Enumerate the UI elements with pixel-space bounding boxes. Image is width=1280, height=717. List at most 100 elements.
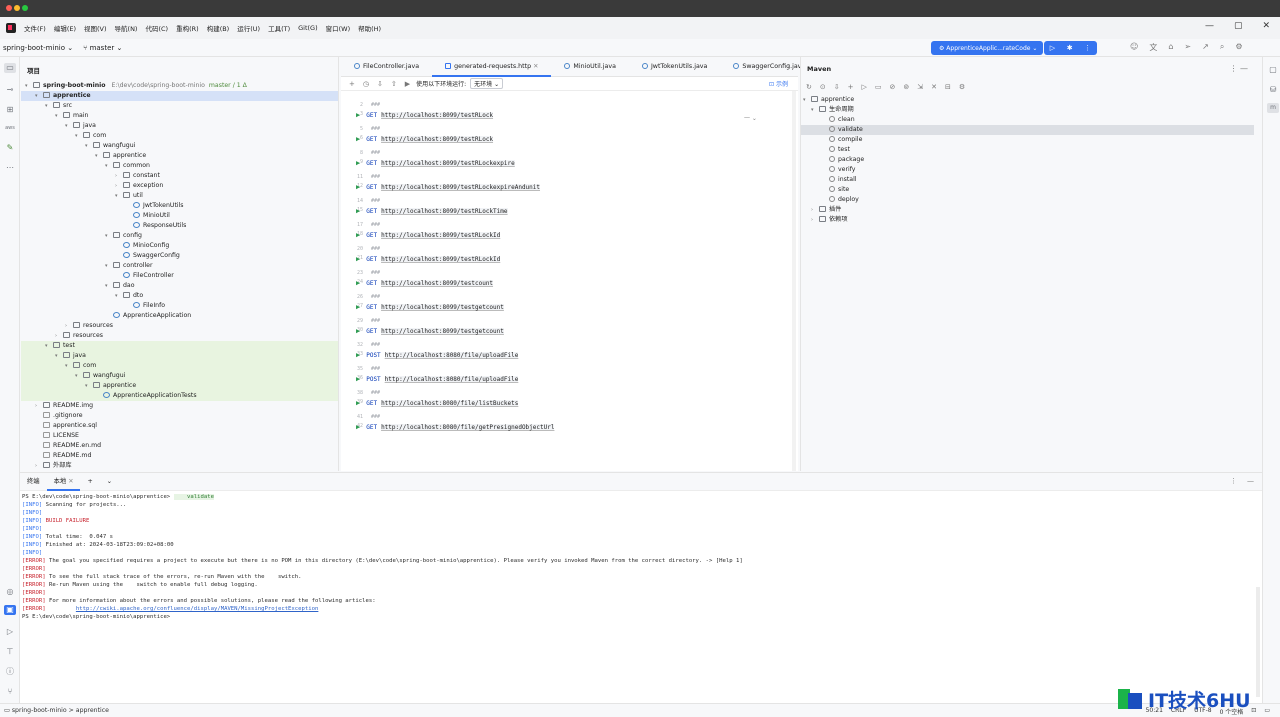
menu-git[interactable]: Git(G) bbox=[298, 24, 318, 32]
menu-refactor[interactable]: 重构(R) bbox=[176, 23, 199, 33]
run-request-icon[interactable]: ▶ bbox=[356, 351, 360, 359]
request-url[interactable]: http://localhost:8099/testgetcount bbox=[381, 328, 504, 335]
services-tool-icon[interactable]: ◎ bbox=[4, 587, 16, 597]
history-icon[interactable]: ◷ bbox=[363, 80, 369, 88]
expand-arrow-icon[interactable]: ▾ bbox=[95, 151, 103, 161]
git-tool-icon[interactable]: ⑂ bbox=[4, 687, 16, 697]
terminal-options-icon[interactable]: ⋮ bbox=[1230, 477, 1237, 485]
run-all-icon[interactable]: ▶ bbox=[405, 80, 410, 88]
run-request-icon[interactable]: ▶ bbox=[356, 303, 360, 311]
maximize-icon[interactable]: ▢ bbox=[1234, 21, 1243, 31]
request-line[interactable]: ▶ POST http://localhost:8080/file/uploadFi… bbox=[356, 351, 519, 359]
expand-arrow-icon[interactable]: ▾ bbox=[25, 81, 33, 91]
tree-item[interactable]: ApprenticeApplication bbox=[21, 311, 338, 321]
terminal-tool-icon[interactable]: ▣ bbox=[4, 605, 16, 615]
tree-item[interactable]: README.md bbox=[21, 451, 338, 461]
close-tab-icon[interactable]: ✕ bbox=[68, 478, 73, 485]
request-url[interactable]: http://localhost:8080/file/getPresignedO… bbox=[381, 424, 555, 431]
settings-maven-icon[interactable]: ✕ bbox=[931, 83, 937, 91]
maven-tree-item[interactable]: verify bbox=[801, 165, 1260, 175]
lifecycle-icon[interactable]: ⊟ bbox=[945, 83, 951, 91]
expand-arrow-icon[interactable]: ▾ bbox=[115, 291, 123, 301]
expand-arrow-icon[interactable]: ▾ bbox=[75, 131, 83, 141]
commit-tool-icon[interactable]: ⊸ bbox=[4, 85, 16, 95]
examples-link[interactable]: ⊡ 示例 bbox=[769, 79, 788, 88]
expand-arrow-icon[interactable]: ▾ bbox=[55, 111, 63, 121]
tree-item[interactable]: ▾ com bbox=[21, 361, 338, 371]
tree-item[interactable]: › resources bbox=[21, 321, 338, 331]
run-request-icon[interactable]: ▶ bbox=[356, 111, 360, 119]
expand-arrow-icon[interactable]: ▾ bbox=[105, 231, 113, 241]
tab-jwttokenutils[interactable]: JwtTokenUtils.java bbox=[629, 57, 720, 77]
tree-item[interactable]: ▾ dao bbox=[21, 281, 338, 291]
build-tool-icon[interactable]: ⊤ bbox=[4, 647, 16, 657]
structure-tool-icon[interactable]: ⊞ bbox=[4, 105, 16, 115]
request-line[interactable]: ▶ GET http://localhost:8099/testRLock bbox=[356, 135, 494, 143]
request-line[interactable]: ▶ GET http://localhost:8099/testgetcount bbox=[356, 327, 504, 335]
user-icon[interactable]: ☺ bbox=[1130, 42, 1138, 53]
minimize-icon[interactable]: — bbox=[1205, 21, 1214, 31]
expand-arrow-icon[interactable]: ▾ bbox=[55, 351, 63, 361]
settings-icon[interactable]: ⚙ bbox=[1235, 42, 1242, 53]
tree-item[interactable]: ▾ util bbox=[21, 191, 338, 201]
menu-run[interactable]: 运行(U) bbox=[237, 23, 260, 33]
run-request-icon[interactable]: ▶ bbox=[356, 327, 360, 335]
menu-window[interactable]: 窗口(W) bbox=[326, 23, 351, 33]
expand-arrow-icon[interactable]: ▾ bbox=[105, 281, 113, 291]
code-editor[interactable]: 2 3 5 6 8 9 11 12 14 15 17 18 20 21 23 24 26 27 29 30 32 33 35… bbox=[341, 91, 798, 471]
run-request-icon[interactable]: ▶ bbox=[356, 423, 360, 431]
aws-tool-icon[interactable]: aws bbox=[4, 123, 16, 133]
wrench-icon[interactable]: ⚙ bbox=[959, 83, 965, 91]
expand-arrow-icon[interactable]: ▾ bbox=[115, 191, 123, 201]
expand-arrow-icon[interactable]: ▾ bbox=[45, 101, 53, 111]
expand-arrow-icon[interactable]: ▾ bbox=[35, 91, 43, 101]
run-request-icon[interactable]: ▶ bbox=[356, 183, 360, 191]
hide-terminal-icon[interactable]: — bbox=[1247, 477, 1254, 485]
expand-arrow-icon[interactable]: › bbox=[115, 171, 123, 181]
request-line[interactable]: ▶ GET http://localhost:8099/testcount bbox=[356, 279, 494, 287]
run-request-icon[interactable]: ▶ bbox=[356, 255, 360, 263]
request-url[interactable]: http://localhost:8099/testRLock bbox=[381, 136, 494, 143]
expand-arrow-icon[interactable]: › bbox=[35, 401, 43, 411]
plugin-tool-icon[interactable]: ✎ bbox=[4, 143, 16, 153]
request-url[interactable]: http://localhost:8099/testRLockexpire bbox=[381, 160, 515, 167]
collapse-icon[interactable]: ⇲ bbox=[917, 83, 923, 91]
tree-item[interactable]: ▾ apprentice bbox=[21, 91, 338, 101]
request-line[interactable]: ▶ GET http://localhost:8080/file/getPresig… bbox=[356, 423, 555, 431]
request-line[interactable]: ▶ POST http://localhost:8080/file/uploadFi… bbox=[356, 375, 519, 383]
tab-minioutil[interactable]: MinioUtil.java bbox=[551, 57, 629, 77]
translate-icon[interactable]: 文 bbox=[1149, 42, 1157, 53]
more-tools-icon[interactable]: ⋯ bbox=[4, 163, 16, 173]
tree-item[interactable]: .gitignore bbox=[21, 411, 338, 421]
tree-item[interactable]: ▾ config bbox=[21, 231, 338, 241]
tree-item[interactable]: ▾ main bbox=[21, 111, 338, 121]
tree-item[interactable]: › constant bbox=[21, 171, 338, 181]
expand-arrow-icon[interactable]: ▾ bbox=[811, 105, 819, 115]
tab-local[interactable]: 本地 ✕ bbox=[46, 473, 81, 491]
run-config-selector[interactable]: ⚙ ApprenticeApplic...rateCode ⌄ bbox=[931, 41, 1043, 55]
tree-item[interactable]: ▾ java bbox=[21, 351, 338, 361]
execute-goal-icon[interactable]: ▷ bbox=[862, 83, 867, 91]
search-icon[interactable]: ⌕ bbox=[1220, 42, 1224, 53]
request-url[interactable]: http://localhost:8080/file/uploadFile bbox=[384, 376, 519, 383]
tree-item[interactable]: SwaggerConfig bbox=[21, 251, 338, 261]
menu-tools[interactable]: 工具(T) bbox=[268, 23, 290, 33]
menu-edit[interactable]: 编辑(E) bbox=[54, 23, 76, 33]
expand-arrow-icon[interactable]: › bbox=[35, 461, 43, 471]
zoom-window-icon[interactable] bbox=[22, 5, 28, 11]
add-icon[interactable]: + bbox=[848, 83, 854, 91]
maven-tree-item[interactable]: test bbox=[801, 145, 1260, 155]
request-url[interactable]: http://localhost:8080/file/uploadFile bbox=[384, 352, 519, 359]
expand-arrow-icon[interactable]: › bbox=[55, 331, 63, 341]
request-line[interactable]: ▶ GET http://localhost:8099/testRLockexpir… bbox=[356, 183, 541, 191]
tree-item[interactable]: ▾ common bbox=[21, 161, 338, 171]
maven-tree-item[interactable]: validate bbox=[801, 125, 1254, 135]
maven-tree-item[interactable]: ▾ 生命周期 bbox=[801, 105, 1260, 115]
maven-tree-item[interactable]: install bbox=[801, 175, 1260, 185]
help-link[interactable]: http://cwiki.apache.org/confluence/displ… bbox=[76, 606, 318, 612]
request-line[interactable]: ▶ GET http://localhost:8099/testRLockId bbox=[356, 255, 501, 263]
show-deps-icon[interactable]: ⊚ bbox=[903, 83, 909, 91]
tree-item[interactable]: ▾ apprentice bbox=[21, 381, 338, 391]
branch-selector[interactable]: ⑂ master ⌄ bbox=[83, 44, 122, 52]
request-url[interactable]: http://localhost:8099/testRLockexpireAnd… bbox=[381, 184, 541, 191]
